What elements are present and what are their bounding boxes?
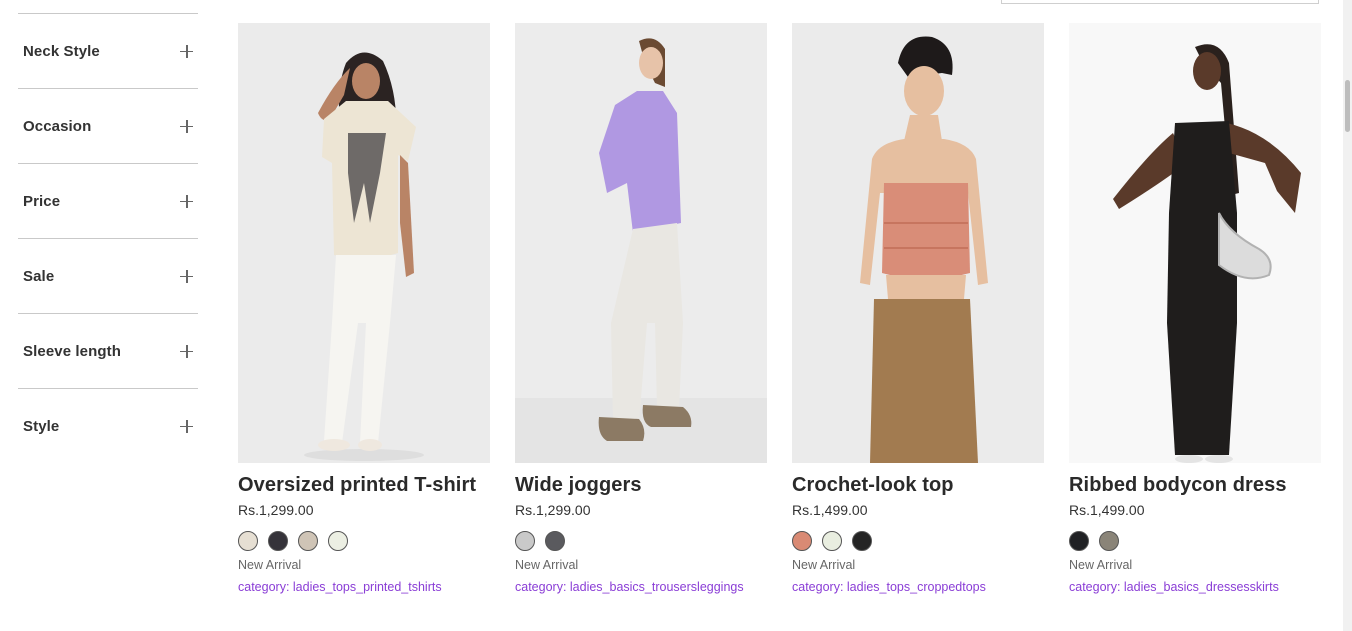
filter-price[interactable]: Price xyxy=(18,163,198,238)
model-photo-oversized-tshirt xyxy=(238,23,490,463)
filter-sale[interactable]: Sale xyxy=(18,238,198,313)
plus-icon[interactable] xyxy=(180,44,193,58)
model-photo-crochet-top xyxy=(792,23,1044,463)
filter-occasion[interactable]: Occasion xyxy=(18,88,198,163)
color-swatch[interactable] xyxy=(1069,531,1089,551)
product-price: Rs.1,299.00 xyxy=(238,502,314,518)
product-image[interactable] xyxy=(238,23,490,463)
plus-icon[interactable] xyxy=(180,194,193,208)
product-title[interactable]: Crochet-look top xyxy=(792,474,1044,497)
filter-label: Sale xyxy=(23,267,55,285)
product-card[interactable]: Crochet-look top Rs.1,499.00 New Arrival… xyxy=(792,23,1044,594)
plus-icon[interactable] xyxy=(180,419,193,433)
filter-sleeve-length[interactable]: Sleeve length xyxy=(18,313,198,388)
product-card[interactable]: Oversized printed T-shirt Rs.1,299.00 Ne… xyxy=(238,23,490,594)
vertical-scrollbar[interactable] xyxy=(1343,0,1352,631)
product-image[interactable] xyxy=(515,23,767,463)
new-arrival-badge: New Arrival xyxy=(515,558,579,572)
product-image[interactable] xyxy=(1069,23,1321,463)
new-arrival-badge: New Arrival xyxy=(792,558,856,572)
category-label[interactable]: category: ladies_tops_croppedtops xyxy=(792,580,1044,594)
product-title[interactable]: Ribbed bodycon dress xyxy=(1069,474,1321,497)
product-price: Rs.1,499.00 xyxy=(792,502,868,518)
color-swatch[interactable] xyxy=(545,531,565,551)
model-photo-ribbed-dress xyxy=(1069,23,1321,463)
color-swatch[interactable] xyxy=(298,531,318,551)
plus-icon[interactable] xyxy=(180,269,193,283)
scrollbar-thumb[interactable] xyxy=(1345,80,1350,132)
color-swatches xyxy=(792,531,1044,551)
color-swatches xyxy=(515,531,767,551)
color-swatches xyxy=(1069,531,1321,551)
search-input[interactable] xyxy=(1001,0,1319,4)
plus-icon[interactable] xyxy=(180,344,193,358)
category-label[interactable]: category: ladies_basics_trousersleggings xyxy=(515,580,767,594)
plus-icon[interactable] xyxy=(180,119,193,133)
product-image[interactable] xyxy=(792,23,1044,463)
product-title[interactable]: Wide joggers xyxy=(515,474,767,497)
filter-style[interactable]: Style xyxy=(18,388,198,463)
color-swatch[interactable] xyxy=(1099,531,1119,551)
new-arrival-badge: New Arrival xyxy=(238,558,302,572)
color-swatch[interactable] xyxy=(792,531,812,551)
filter-label: Occasion xyxy=(23,117,92,135)
model-photo-wide-joggers xyxy=(515,23,767,463)
product-title[interactable]: Oversized printed T-shirt xyxy=(238,474,490,497)
filter-label: Style xyxy=(23,417,60,435)
color-swatch[interactable] xyxy=(268,531,288,551)
color-swatch[interactable] xyxy=(238,531,258,551)
filter-sidebar: Neck Style Occasion Price Sale Sleeve le… xyxy=(18,13,198,463)
color-swatch[interactable] xyxy=(852,531,872,551)
product-listing-page: Neck Style Occasion Price Sale Sleeve le… xyxy=(0,0,1352,631)
product-card[interactable]: Wide joggers Rs.1,299.00 New Arrival cat… xyxy=(515,23,767,594)
product-card[interactable]: Ribbed bodycon dress Rs.1,499.00 New Arr… xyxy=(1069,23,1321,594)
filter-label: Price xyxy=(23,192,61,210)
product-grid: Oversized printed T-shirt Rs.1,299.00 Ne… xyxy=(238,23,1321,594)
category-label[interactable]: category: ladies_basics_dressesskirts xyxy=(1069,580,1321,594)
product-price: Rs.1,299.00 xyxy=(515,502,591,518)
color-swatches xyxy=(238,531,490,551)
color-swatch[interactable] xyxy=(328,531,348,551)
color-swatch[interactable] xyxy=(822,531,842,551)
filter-label: Sleeve length xyxy=(23,342,122,360)
filter-neck-style[interactable]: Neck Style xyxy=(18,13,198,88)
new-arrival-badge: New Arrival xyxy=(1069,558,1133,572)
color-swatch[interactable] xyxy=(515,531,535,551)
product-price: Rs.1,499.00 xyxy=(1069,502,1145,518)
category-label[interactable]: category: ladies_tops_printed_tshirts xyxy=(238,580,490,594)
filter-label: Neck Style xyxy=(23,42,100,60)
